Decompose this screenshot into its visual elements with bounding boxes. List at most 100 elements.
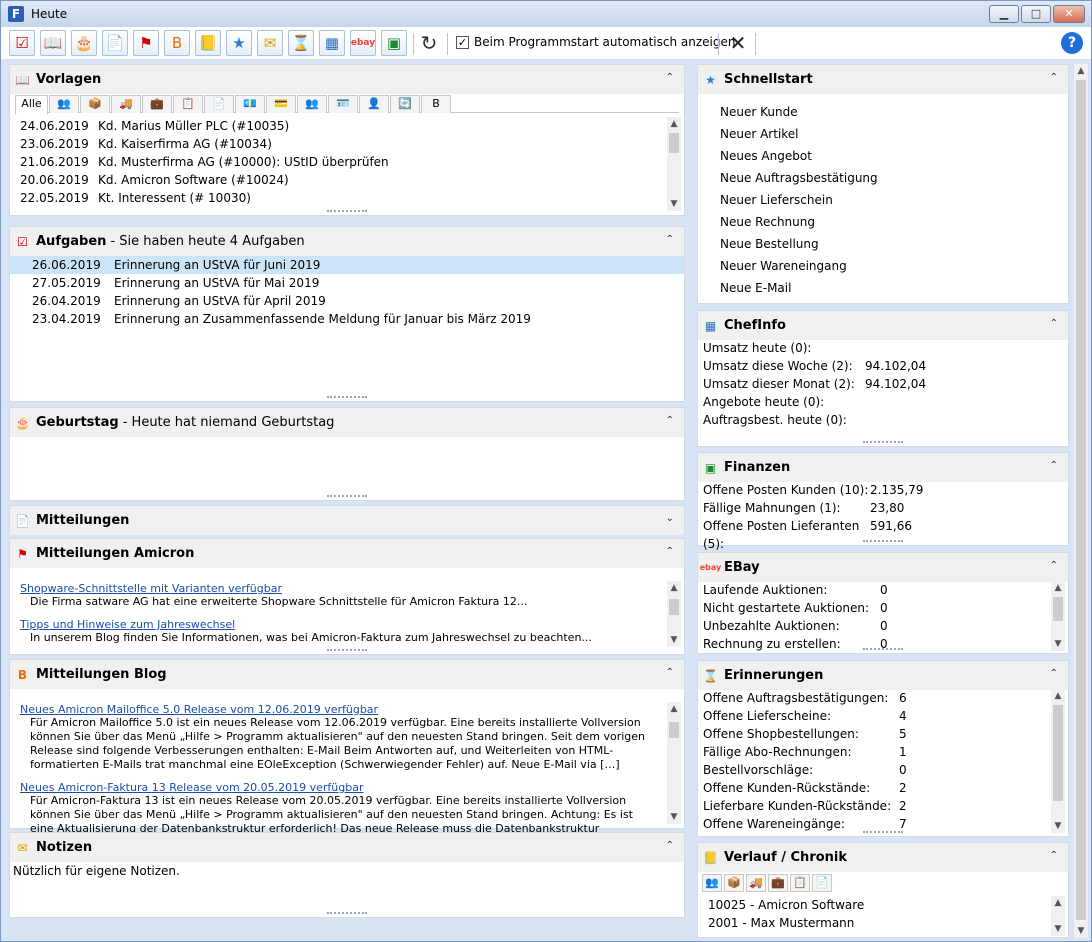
- vorlagen-header[interactable]: 📖 Vorlagen ⌃: [10, 65, 684, 94]
- vorlagen-tab[interactable]: 👤: [359, 95, 389, 113]
- tab-alle[interactable]: Alle: [15, 95, 48, 114]
- ebay-scrollbar[interactable]: ▲ ▼: [1051, 581, 1065, 651]
- collapse-icon[interactable]: ⌃: [666, 72, 674, 83]
- collapse-icon[interactable]: ⌃: [666, 546, 674, 557]
- list-item[interactable]: 23.06.2019 Kd. Kaiserfirma AG (#10034): [20, 135, 660, 153]
- maximize-button[interactable]: □: [1021, 5, 1051, 23]
- notizen-header[interactable]: ✉ Notizen ⌃: [10, 833, 684, 862]
- schnellstart-header[interactable]: ★ Schnellstart ⌃: [698, 65, 1068, 94]
- verlauf-tab[interactable]: 💼: [768, 874, 788, 892]
- resize-grip[interactable]: [863, 540, 903, 543]
- scroll-down-icon[interactable]: ▼: [1051, 819, 1065, 833]
- news-link[interactable]: Tipps und Hinweise zum Jahreswechsel: [20, 618, 235, 631]
- vorlagen-tab[interactable]: 🪪: [328, 95, 358, 113]
- finanzen-header[interactable]: ▣ Finanzen ⌃: [698, 453, 1068, 482]
- main-scrollbar[interactable]: ▲ ▼: [1074, 64, 1088, 938]
- blog-link[interactable]: Neues Amicron-Faktura 13 Release vom 20.…: [20, 781, 364, 794]
- quickstart-item[interactable]: Neuer Kunde: [720, 101, 878, 123]
- scroll-up-icon[interactable]: ▲: [667, 117, 681, 131]
- scroll-thumb[interactable]: [669, 722, 679, 738]
- scroll-down-icon[interactable]: ▼: [667, 633, 681, 647]
- verlauf-tab[interactable]: 👥: [702, 874, 722, 892]
- collapse-icon[interactable]: ⌃: [666, 667, 674, 678]
- resize-grip[interactable]: [327, 396, 367, 399]
- scroll-up-icon[interactable]: ▲: [667, 581, 681, 595]
- chefinfo-icon[interactable]: ▦: [319, 30, 345, 56]
- minimize-button[interactable]: ▁: [989, 5, 1019, 23]
- quickstart-item[interactable]: Neuer Lieferschein: [720, 189, 878, 211]
- blog-header[interactable]: B Mitteilungen Blog ⌃: [10, 660, 684, 689]
- scroll-down-icon[interactable]: ▼: [1051, 637, 1065, 651]
- vorlagen-tab[interactable]: 📄: [204, 95, 234, 113]
- notizen-icon[interactable]: ✉: [257, 30, 283, 56]
- resize-grip[interactable]: [863, 441, 903, 444]
- erinnerungen-scrollbar[interactable]: ▲ ▼: [1051, 689, 1065, 833]
- mitteilungen-icon[interactable]: 📄: [102, 30, 128, 56]
- vorlagen-tab[interactable]: 💼: [142, 95, 172, 113]
- scroll-up-icon[interactable]: ▲: [1051, 896, 1065, 910]
- scroll-thumb[interactable]: [1053, 705, 1063, 801]
- vorlagen-tab[interactable]: 🚚: [111, 95, 141, 113]
- aufgaben-header[interactable]: ☑ Aufgaben - Sie haben heute 4 Aufgaben ⌃: [10, 227, 684, 256]
- collapse-icon[interactable]: ⌃: [666, 234, 674, 245]
- vorlagen-tab[interactable]: 💶: [235, 95, 265, 113]
- collapse-icon[interactable]: ⌃: [1050, 460, 1058, 471]
- notizen-textarea[interactable]: Nützlich für eigene Notizen.: [10, 862, 684, 912]
- list-item[interactable]: 20.06.2019 Kd. Amicron Software (#10024): [20, 171, 660, 189]
- expand-icon[interactable]: ⌄: [666, 513, 674, 524]
- task-row[interactable]: 26.06.2019 Erinnerung an UStVA für Juni 2…: [10, 256, 684, 274]
- quickstart-item[interactable]: Neues Angebot: [720, 145, 878, 167]
- history-item[interactable]: 2001 - Max Mustermann: [708, 914, 864, 932]
- scroll-up-icon[interactable]: ▲: [1074, 64, 1088, 78]
- scroll-up-icon[interactable]: ▲: [667, 702, 681, 716]
- erinnerungen-header[interactable]: ⌛ Erinnerungen ⌃: [698, 661, 1068, 690]
- resize-grip[interactable]: [327, 210, 367, 213]
- verlauf-tab[interactable]: 📋: [790, 874, 810, 892]
- blog-scrollbar[interactable]: ▲ ▼: [667, 702, 681, 824]
- list-item[interactable]: 22.05.2019 Kt. Interessent (# 10030): [20, 189, 660, 207]
- task-row[interactable]: 27.05.2019 Erinnerung an UStVA für Mai 20…: [10, 274, 684, 292]
- amicron-header[interactable]: ⚑ Mitteilungen Amicron ⌃: [10, 539, 684, 568]
- resize-grip[interactable]: [863, 648, 903, 651]
- list-item[interactable]: 21.06.2019 Kd. Musterfirma AG (#10000): U…: [20, 153, 660, 171]
- task-row[interactable]: 23.04.2019 Erinnerung an Zusammenfassende…: [10, 310, 684, 328]
- geburtstag-icon[interactable]: 🎂: [71, 30, 97, 56]
- chefinfo-header[interactable]: ▦ ChefInfo ⌃: [698, 311, 1068, 340]
- quickstart-item[interactable]: Neue Rechnung: [720, 211, 878, 233]
- resize-grip[interactable]: [327, 649, 367, 652]
- vorlagen-tab[interactable]: 💳: [266, 95, 296, 113]
- schnellstart-icon[interactable]: ★: [226, 30, 252, 56]
- autoshow-checkbox-group[interactable]: ✓ Beim Programmstart automatisch anzeige…: [456, 35, 735, 49]
- resize-grip[interactable]: [863, 831, 903, 834]
- ebay-icon[interactable]: ebay: [350, 30, 376, 56]
- scroll-down-icon[interactable]: ▼: [667, 810, 681, 824]
- blog-link[interactable]: Neues Amicron Mailoffice 5.0 Release vom…: [20, 703, 378, 716]
- quickstart-item[interactable]: Neue E-Mail: [720, 277, 878, 299]
- scroll-thumb[interactable]: [1053, 597, 1063, 621]
- scroll-thumb[interactable]: [669, 133, 679, 153]
- list-item[interactable]: 24.06.2019 Kd. Marius Müller PLC (#10035): [20, 117, 660, 135]
- verlauf-tab[interactable]: 🚚: [746, 874, 766, 892]
- collapse-icon[interactable]: ⌃: [666, 415, 674, 426]
- amicron-scrollbar[interactable]: ▲ ▼: [667, 581, 681, 647]
- vorlagen-tab[interactable]: 👥: [297, 95, 327, 113]
- collapse-icon[interactable]: ⌃: [1050, 72, 1058, 83]
- scroll-thumb[interactable]: [1076, 80, 1086, 920]
- scroll-up-icon[interactable]: ▲: [1051, 689, 1065, 703]
- task-row[interactable]: 26.04.2019 Erinnerung an UStVA für April …: [10, 292, 684, 310]
- help-icon[interactable]: ?: [1061, 32, 1083, 54]
- verlauf-tab[interactable]: 📦: [724, 874, 744, 892]
- vorlagen-tab[interactable]: 📦: [80, 95, 110, 113]
- resize-grip[interactable]: [327, 912, 367, 915]
- close-icon[interactable]: ✕: [725, 30, 751, 56]
- verlauf-header[interactable]: 📒 Verlauf / Chronik ⌃: [698, 843, 1068, 872]
- finanzen-icon[interactable]: ▣: [381, 30, 407, 56]
- collapse-icon[interactable]: ⌃: [666, 840, 674, 851]
- blog-icon[interactable]: B: [164, 30, 190, 56]
- verlauf-scrollbar[interactable]: ▲ ▼: [1051, 896, 1065, 936]
- scroll-thumb[interactable]: [669, 599, 679, 615]
- news-link[interactable]: Shopware-Schnittstelle mit Varianten ver…: [20, 582, 282, 595]
- scroll-down-icon[interactable]: ▼: [667, 197, 681, 211]
- quickstart-item[interactable]: Neue Bestellung: [720, 233, 878, 255]
- erinnerungen-icon[interactable]: ⌛: [288, 30, 314, 56]
